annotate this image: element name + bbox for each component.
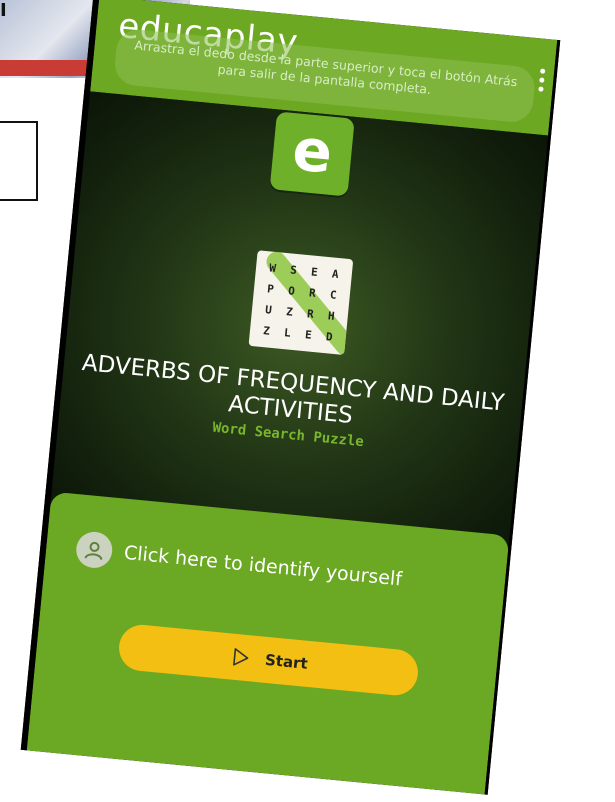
grid-letter: L [283,326,292,340]
phone-screen: educaplay Arrastra el dedo desde la part… [20,0,561,795]
educaplay-app-icon: e [269,111,355,197]
app-icon-letter: e [289,115,336,187]
grid-letter: E [304,328,313,342]
grid-letter: E [310,265,319,280]
grid-letter: D [325,330,334,344]
background-outlined-box [0,121,38,201]
identify-yourself-link[interactable]: Click here to identify yourself [74,530,404,597]
grid-letter: O [287,284,296,298]
grid-letter: C [329,288,338,302]
word-search-icon: W S E A P O R C U Z R H Z L E D [248,250,354,355]
grid-letter: P [266,282,275,296]
grid-letter: W [268,261,277,275]
identify-label: Click here to identify yourself [123,541,403,591]
vertical-dots-icon[interactable] [536,68,547,97]
background-corner-letter: I [0,0,7,21]
grid-letter: H [327,309,336,323]
grid-letter: Z [262,324,271,338]
start-button[interactable]: Start [116,622,421,698]
grid-letter: S [289,263,298,277]
game-cover: e W S E A P O R C U Z R H Z L E D ADVERB… [50,91,549,544]
user-icon [74,530,114,570]
grid-letter: U [264,303,273,317]
play-icon [228,645,252,669]
grid-letter: R [308,286,317,300]
grid-letter: A [331,267,340,282]
start-label: Start [264,650,309,673]
grid-letter: Z [285,305,294,319]
grid-letter: R [306,307,315,321]
action-panel: Click here to identify yourself Start [26,491,510,795]
